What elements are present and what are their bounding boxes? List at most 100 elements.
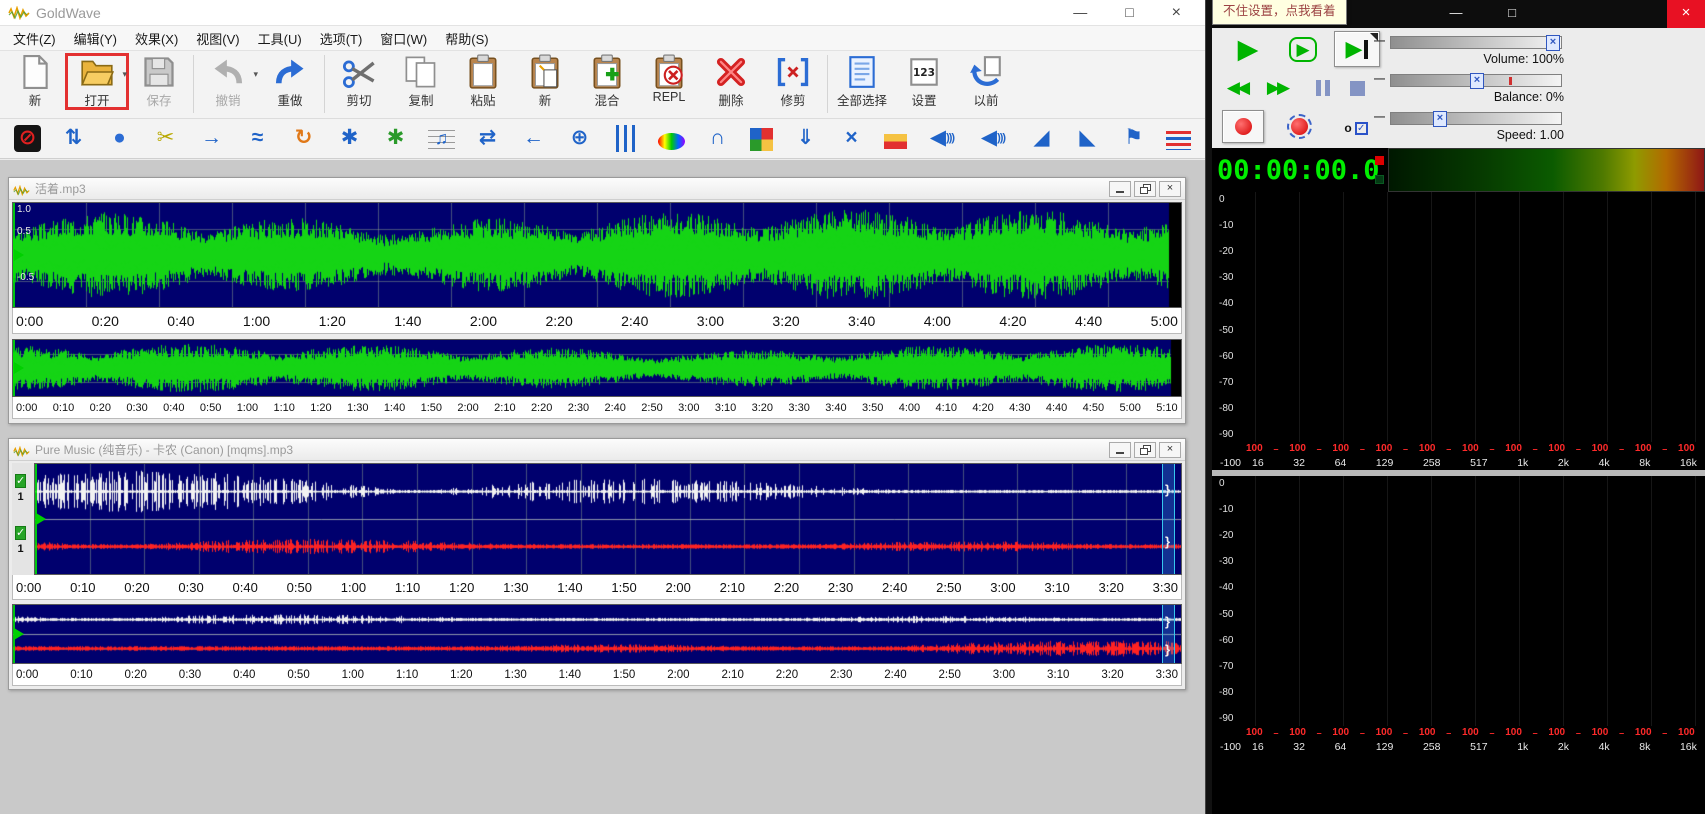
doc2-overview-canvas[interactable]	[13, 605, 1181, 663]
selection-region[interactable]	[1162, 605, 1175, 663]
toolbar-button-redo-arrow[interactable]: 重做	[259, 54, 321, 109]
toolbar-button-new-file[interactable]: 新	[4, 54, 66, 109]
reverse-icon[interactable]: ⇄	[474, 125, 501, 152]
close-button[interactable]: ×	[1172, 4, 1181, 22]
playback-position-marker[interactable]	[14, 249, 24, 261]
doc1-close-button[interactable]: ×	[1159, 181, 1181, 197]
loop-play-button[interactable]: ▶	[1282, 34, 1324, 64]
silence-icon[interactable]: ✂	[152, 125, 179, 152]
doc-icon	[13, 183, 30, 194]
channel2-checkbox[interactable]	[15, 526, 26, 540]
smoother-icon[interactable]: ⇓	[792, 125, 819, 152]
control-maximize-button[interactable]: □	[1496, 0, 1528, 28]
flanger-icon[interactable]: ≈	[244, 125, 271, 152]
menu-item-4[interactable]: 视图(V)	[187, 26, 248, 51]
rewind-button[interactable]: ◀◀	[1218, 74, 1256, 101]
mute-icon[interactable]: ⊘	[14, 125, 41, 152]
doc2-overview-time-axis[interactable]: 0:000:100:200:300:400:501:001:101:201:30…	[12, 664, 1182, 686]
offset-icon[interactable]: →	[198, 125, 225, 152]
record-new-button[interactable]	[1278, 110, 1320, 143]
spectrum-filter-icon[interactable]	[658, 133, 685, 150]
noise-reduction-icon[interactable]: ×	[838, 125, 865, 152]
toolbar-button-clipboard-replace[interactable]: REPL	[638, 54, 700, 104]
doc1-restore-button[interactable]	[1134, 181, 1156, 197]
play-button[interactable]: ▶	[1226, 32, 1270, 66]
toolbar-button-undo-arrow[interactable]: ▾撤销	[197, 54, 259, 109]
balance-slider-handle[interactable]: ×	[1470, 73, 1484, 89]
invert-icon[interactable]: ↻	[290, 125, 317, 152]
menu-item-8[interactable]: 帮助(S)	[436, 26, 497, 51]
fast-forward-button[interactable]: ▶▶	[1258, 74, 1296, 101]
menu-item-6[interactable]: 选项(T)	[311, 26, 372, 51]
toolbar-button-save-disk[interactable]: 保存	[128, 54, 190, 109]
volume-match-icon[interactable]: ◀	[977, 125, 1009, 152]
toolbar-button-clipboard-new[interactable]: 新	[514, 54, 576, 109]
doc1-main-waveform-view[interactable]: 1.0 0.5 -0.5	[12, 202, 1182, 308]
channel-swap-icon[interactable]: ⇅	[60, 125, 87, 152]
speed-slider-handle[interactable]: ×	[1433, 111, 1447, 127]
volume-slider[interactable]: ×	[1390, 36, 1562, 49]
toolbar-button-clipboard-mix[interactable]: 混合	[576, 54, 638, 109]
doc2-waveform-canvas[interactable]	[35, 464, 1181, 574]
doc2-close-button[interactable]: ×	[1159, 442, 1181, 458]
maximize-button[interactable]: □	[1125, 4, 1133, 22]
volume-max-icon[interactable]: ◀	[926, 125, 958, 152]
time-warp-icon[interactable]: ⊕	[566, 125, 593, 152]
toolbar-button-scissors[interactable]: 剪切	[328, 54, 390, 109]
doc2-minimize-button[interactable]	[1109, 442, 1131, 458]
playback-position-marker[interactable]	[14, 362, 24, 374]
doc1-overview-time-axis[interactable]: 0:000:100:200:300:400:501:001:101:201:30…	[12, 397, 1182, 419]
toolbar-button-trim[interactable]: 修剪	[762, 54, 824, 109]
echo-icon[interactable]	[884, 134, 907, 149]
toolbar-button-previous[interactable]: 以前	[955, 54, 1017, 109]
monitor-toggle[interactable]: o✓	[1336, 116, 1376, 140]
menu-item-3[interactable]: 效果(X)	[126, 26, 187, 51]
selection-region[interactable]	[1162, 464, 1175, 574]
pause-button[interactable]	[1308, 75, 1338, 101]
playback-position-marker[interactable]	[36, 513, 46, 525]
speed-slider[interactable]: ×	[1390, 112, 1562, 125]
channel1-checkbox[interactable]	[15, 474, 26, 488]
fade-in-icon[interactable]: ◢	[1028, 125, 1055, 152]
doc2-main-time-axis[interactable]: 0:000:100:200:300:400:501:001:101:201:30…	[12, 575, 1182, 600]
doppler-icon[interactable]: ●	[106, 125, 133, 152]
cue-marker-icon[interactable]: ⚑	[1120, 125, 1147, 152]
toolbar-button-open-folder[interactable]: ▾打开	[66, 54, 128, 109]
doc1-main-time-axis[interactable]: 0:000:200:401:001:201:402:002:202:403:00…	[12, 308, 1182, 334]
menu-item-1[interactable]: 文件(Z)	[4, 26, 65, 51]
toolbar-button-select-all[interactable]: 全部选择	[831, 54, 893, 109]
interpolate-icon[interactable]: ✱	[382, 125, 409, 152]
color-mixer-icon[interactable]	[750, 128, 773, 151]
control-minimize-button[interactable]: —	[1440, 0, 1472, 28]
toolbar-button-preset-123[interactable]: 123设置	[893, 54, 955, 109]
volume-shape-icon[interactable]	[1166, 131, 1191, 150]
pitch-icon[interactable]: ♫	[428, 125, 455, 152]
balance-slider[interactable]: ×	[1390, 74, 1562, 87]
doc1-waveform-canvas[interactable]	[13, 203, 1181, 307]
stop-button[interactable]	[1342, 75, 1372, 101]
doc2-title-bar[interactable]: Pure Music (纯音乐) - 卡农 (Canon) [mqms].mp3…	[9, 439, 1185, 461]
doc2-overview-waveform[interactable]	[12, 604, 1182, 664]
toolbar-button-delete-x[interactable]: 删除	[700, 54, 762, 109]
record-button[interactable]	[1222, 110, 1264, 143]
mechanize-icon[interactable]: ✱	[336, 125, 363, 152]
minimize-button[interactable]: —	[1073, 4, 1087, 22]
toolbar-button-clipboard-paste[interactable]: 粘贴	[452, 54, 514, 109]
doc1-overview-waveform[interactable]	[12, 339, 1182, 397]
doc2-main-waveform-view[interactable]	[34, 463, 1182, 575]
doc1-minimize-button[interactable]	[1109, 181, 1131, 197]
doc1-overview-canvas[interactable]	[13, 340, 1181, 396]
menu-item-2[interactable]: 编辑(Y)	[65, 26, 126, 51]
playback-position-marker[interactable]	[14, 628, 24, 640]
menu-item-7[interactable]: 窗口(W)	[371, 26, 436, 51]
shift-left-icon[interactable]: ←	[520, 125, 547, 152]
doc1-title-bar[interactable]: 活着.mp3 ×	[9, 178, 1185, 200]
doc2-restore-button[interactable]	[1134, 442, 1156, 458]
noise-gate-icon[interactable]: ∩	[704, 125, 731, 152]
equalizer-icon[interactable]	[612, 125, 639, 152]
control-close-button[interactable]: ×	[1667, 0, 1705, 28]
fade-out-icon[interactable]: ◣	[1074, 125, 1101, 152]
toolbar-button-copy-pages[interactable]: 复制	[390, 54, 452, 109]
menu-item-5[interactable]: 工具(U)	[249, 26, 311, 51]
volume-slider-handle[interactable]: ×	[1546, 35, 1560, 51]
